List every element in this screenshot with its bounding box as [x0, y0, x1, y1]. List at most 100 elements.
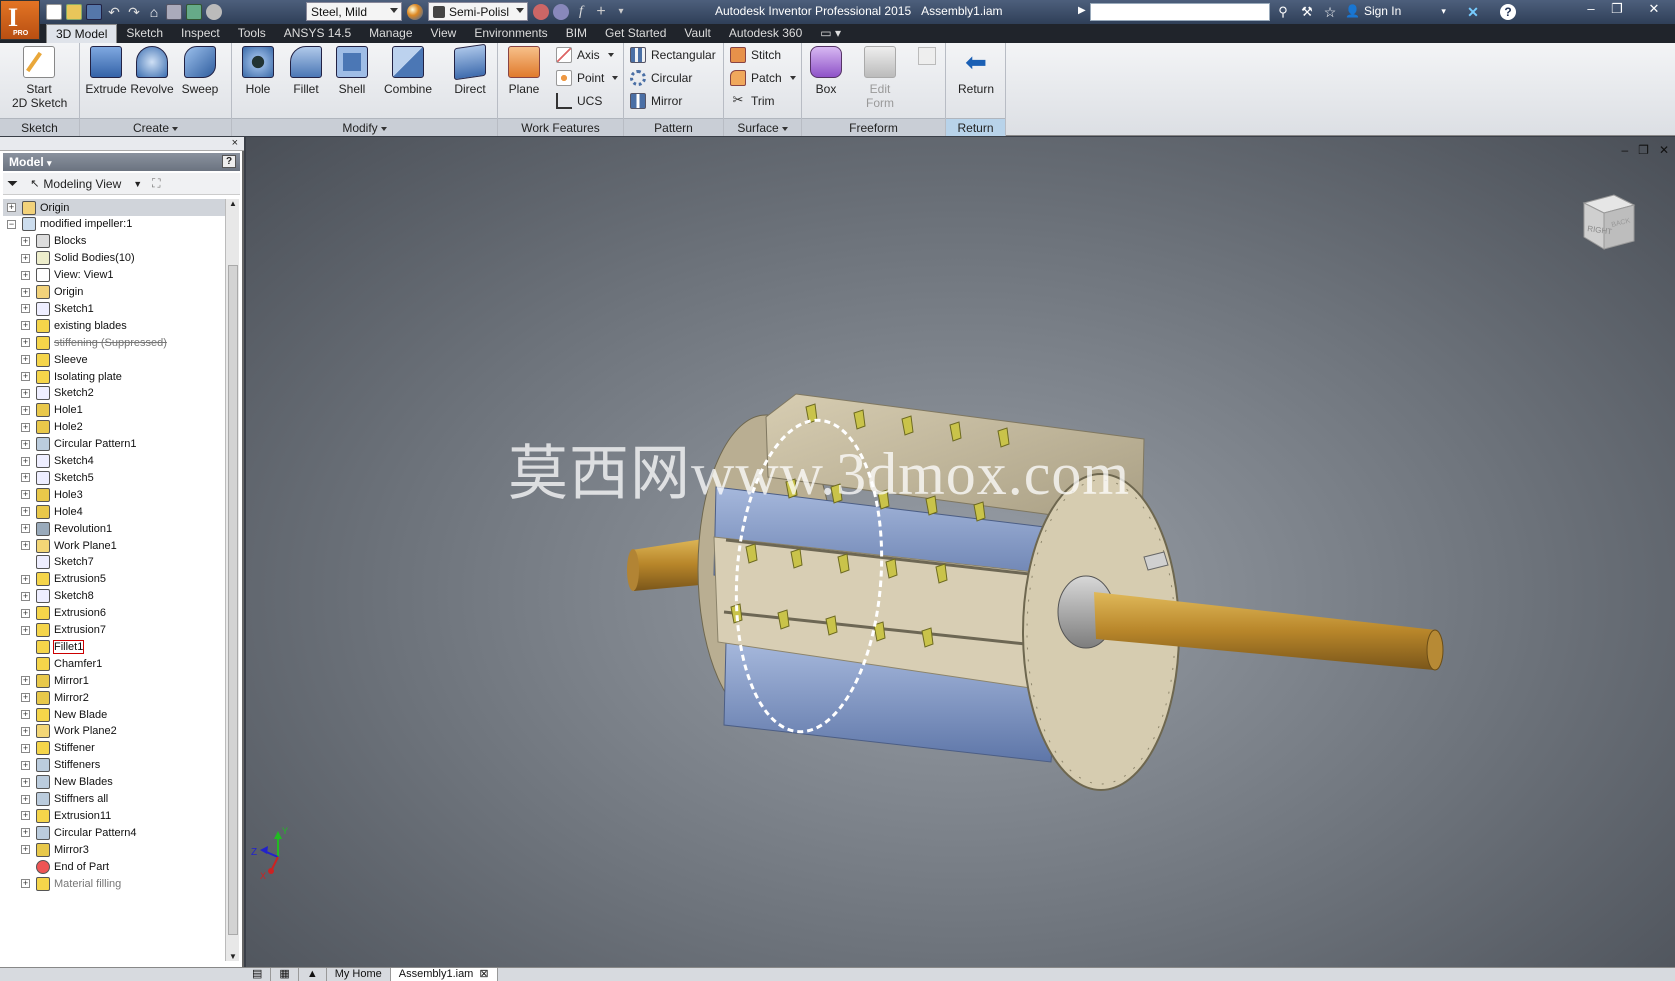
expand-icon[interactable]: +: [21, 236, 30, 246]
expand-icon[interactable]: +: [21, 693, 30, 703]
tab-view[interactable]: View: [422, 24, 466, 43]
expand-icon[interactable]: +: [21, 879, 30, 888]
extrude-button[interactable]: Extrude: [82, 46, 130, 96]
tree-item[interactable]: + Sleeve: [3, 351, 225, 368]
edit-form-button[interactable]: Edit Form: [856, 46, 904, 110]
cascade-windows-icon[interactable]: ▦: [271, 967, 299, 981]
help-icon[interactable]: ?: [1500, 4, 1516, 20]
tree-item[interactable]: + Extrusion5: [3, 571, 225, 588]
search-binoculars-icon[interactable]: ⚲: [1275, 4, 1291, 20]
trim-button[interactable]: ✂ Trim: [730, 91, 775, 111]
tab-list-up-icon[interactable]: ▲: [299, 967, 327, 981]
tab-3d-model[interactable]: 3D Model: [46, 24, 118, 43]
browser-scrollbar[interactable]: ▲ ▼: [225, 199, 239, 961]
tree-item[interactable]: + Stiffener: [3, 740, 225, 757]
expand-icon[interactable]: +: [21, 456, 30, 466]
tree-item[interactable]: + Hole3: [3, 486, 225, 503]
expand-icon[interactable]: +: [21, 726, 30, 736]
exchange-x-icon[interactable]: ✕: [1465, 4, 1481, 20]
expand-icon[interactable]: +: [21, 591, 30, 601]
tab-manage[interactable]: Manage: [360, 24, 421, 43]
tree-item[interactable]: + Mirror3: [3, 841, 225, 858]
expand-icon[interactable]: +: [21, 304, 30, 314]
direct-button[interactable]: Direct: [446, 43, 494, 96]
tab-vault[interactable]: Vault: [675, 24, 719, 43]
tree-item[interactable]: + Origin: [3, 284, 225, 301]
freeform-extra-icon[interactable]: [918, 47, 936, 65]
shell-button[interactable]: Shell: [328, 46, 376, 96]
expand-icon[interactable]: +: [21, 524, 30, 534]
expand-icon[interactable]: +: [21, 405, 30, 415]
circular-pattern-button[interactable]: Circular: [630, 68, 692, 88]
tree-item[interactable]: + Sketch1: [3, 300, 225, 317]
scrollbar-thumb[interactable]: [228, 265, 238, 935]
adjust-appearance-icon[interactable]: [533, 4, 549, 20]
expand-icon[interactable]: +: [21, 490, 30, 500]
modeling-view-select[interactable]: ↖ Modeling View ▼: [30, 177, 142, 191]
tree-item[interactable]: + Hole2: [3, 419, 225, 436]
find-binoculars-icon[interactable]: ⛶: [152, 176, 160, 191]
help-search-input[interactable]: [1090, 3, 1270, 21]
minimize-button[interactable]: –: [1577, 0, 1605, 20]
scroll-up-icon[interactable]: ▲: [229, 199, 237, 208]
expand-icon[interactable]: +: [21, 574, 30, 584]
tree-item[interactable]: + Mirror2: [3, 689, 225, 706]
graphics-viewport[interactable]: Y Z X 莫西网www.3dmox.com – ❐ ✕ RIGHT BACK: [246, 137, 1675, 967]
tree-item[interactable]: + Solid Bodies(10): [3, 250, 225, 267]
tree-item[interactable]: + Extrusion7: [3, 622, 225, 639]
tile-windows-icon[interactable]: ▤: [244, 967, 272, 981]
expand-icon[interactable]: +: [21, 625, 30, 635]
doc-tab-assembly1-iam[interactable]: Assembly1.iam ⊠: [390, 967, 498, 981]
tree-item[interactable]: + Sketch5: [3, 469, 225, 486]
material-select[interactable]: Steel, Mild: [306, 2, 402, 21]
hole-button[interactable]: Hole: [234, 46, 282, 96]
tree-item[interactable]: + Stiffeners: [3, 757, 225, 774]
tree-item[interactable]: + Hole1: [3, 402, 225, 419]
undo-icon[interactable]: ↶: [106, 4, 122, 20]
expand-icon[interactable]: +: [21, 439, 30, 449]
tab-ansys-14-5[interactable]: ANSYS 14.5: [275, 24, 360, 43]
browser-close-icon[interactable]: ×: [232, 137, 238, 149]
ucs-plus-icon[interactable]: +: [593, 4, 609, 20]
tree-item[interactable]: +Sketch7: [3, 554, 225, 571]
new-icon[interactable]: [46, 4, 62, 20]
expand-icon[interactable]: +: [21, 743, 30, 753]
open-icon[interactable]: [66, 4, 82, 20]
expand-icon[interactable]: +: [21, 338, 30, 348]
expand-icon[interactable]: +: [21, 777, 30, 787]
browser-help-icon[interactable]: ?: [222, 155, 236, 168]
tree-item[interactable]: + Stiffners all: [3, 791, 225, 808]
collapse-icon[interactable]: −: [7, 219, 16, 229]
expand-icon[interactable]: +: [21, 321, 30, 331]
expand-icon[interactable]: +: [21, 845, 30, 855]
expand-icon[interactable]: +: [21, 811, 30, 821]
fillet-button[interactable]: Fillet: [282, 46, 330, 96]
update-icon[interactable]: [186, 4, 202, 20]
expand-icon[interactable]: +: [21, 473, 30, 483]
expand-icon[interactable]: +: [21, 388, 30, 398]
save-icon[interactable]: [86, 4, 102, 20]
expand-icon[interactable]: +: [21, 760, 30, 770]
create-panel-title[interactable]: Create: [80, 118, 231, 136]
tree-item[interactable]: + Blocks: [3, 233, 225, 250]
tree-item[interactable]: + Extrusion11: [3, 807, 225, 824]
tree-item[interactable]: + Hole4: [3, 503, 225, 520]
expand-icon[interactable]: +: [21, 828, 30, 838]
expand-icon[interactable]: +: [21, 372, 30, 381]
mirror-button[interactable]: Mirror: [630, 91, 682, 111]
box-button[interactable]: Box: [802, 46, 850, 96]
application-menu-button[interactable]: I PRO: [0, 0, 40, 40]
expand-icon[interactable]: +: [7, 203, 16, 212]
viewport-minimize-icon[interactable]: –: [1621, 143, 1628, 157]
expand-icon[interactable]: +: [21, 270, 30, 280]
sign-in-button[interactable]: 👤 Sign In ▾: [1345, 4, 1446, 18]
appearance-select[interactable]: Semi-Polisl: [428, 2, 528, 21]
tree-item[interactable]: + Circular Pattern1: [3, 436, 225, 453]
tree-item[interactable]: + Sketch4: [3, 453, 225, 470]
tree-item[interactable]: + Sketch2: [3, 385, 225, 402]
doc-tab-my-home[interactable]: My Home: [327, 967, 391, 981]
tab-get-started[interactable]: Get Started: [596, 24, 675, 43]
return-button[interactable]: ⬅ Return: [952, 46, 1000, 96]
parameters-fx-icon[interactable]: f: [573, 4, 589, 20]
sweep-button[interactable]: Sweep: [176, 46, 224, 96]
